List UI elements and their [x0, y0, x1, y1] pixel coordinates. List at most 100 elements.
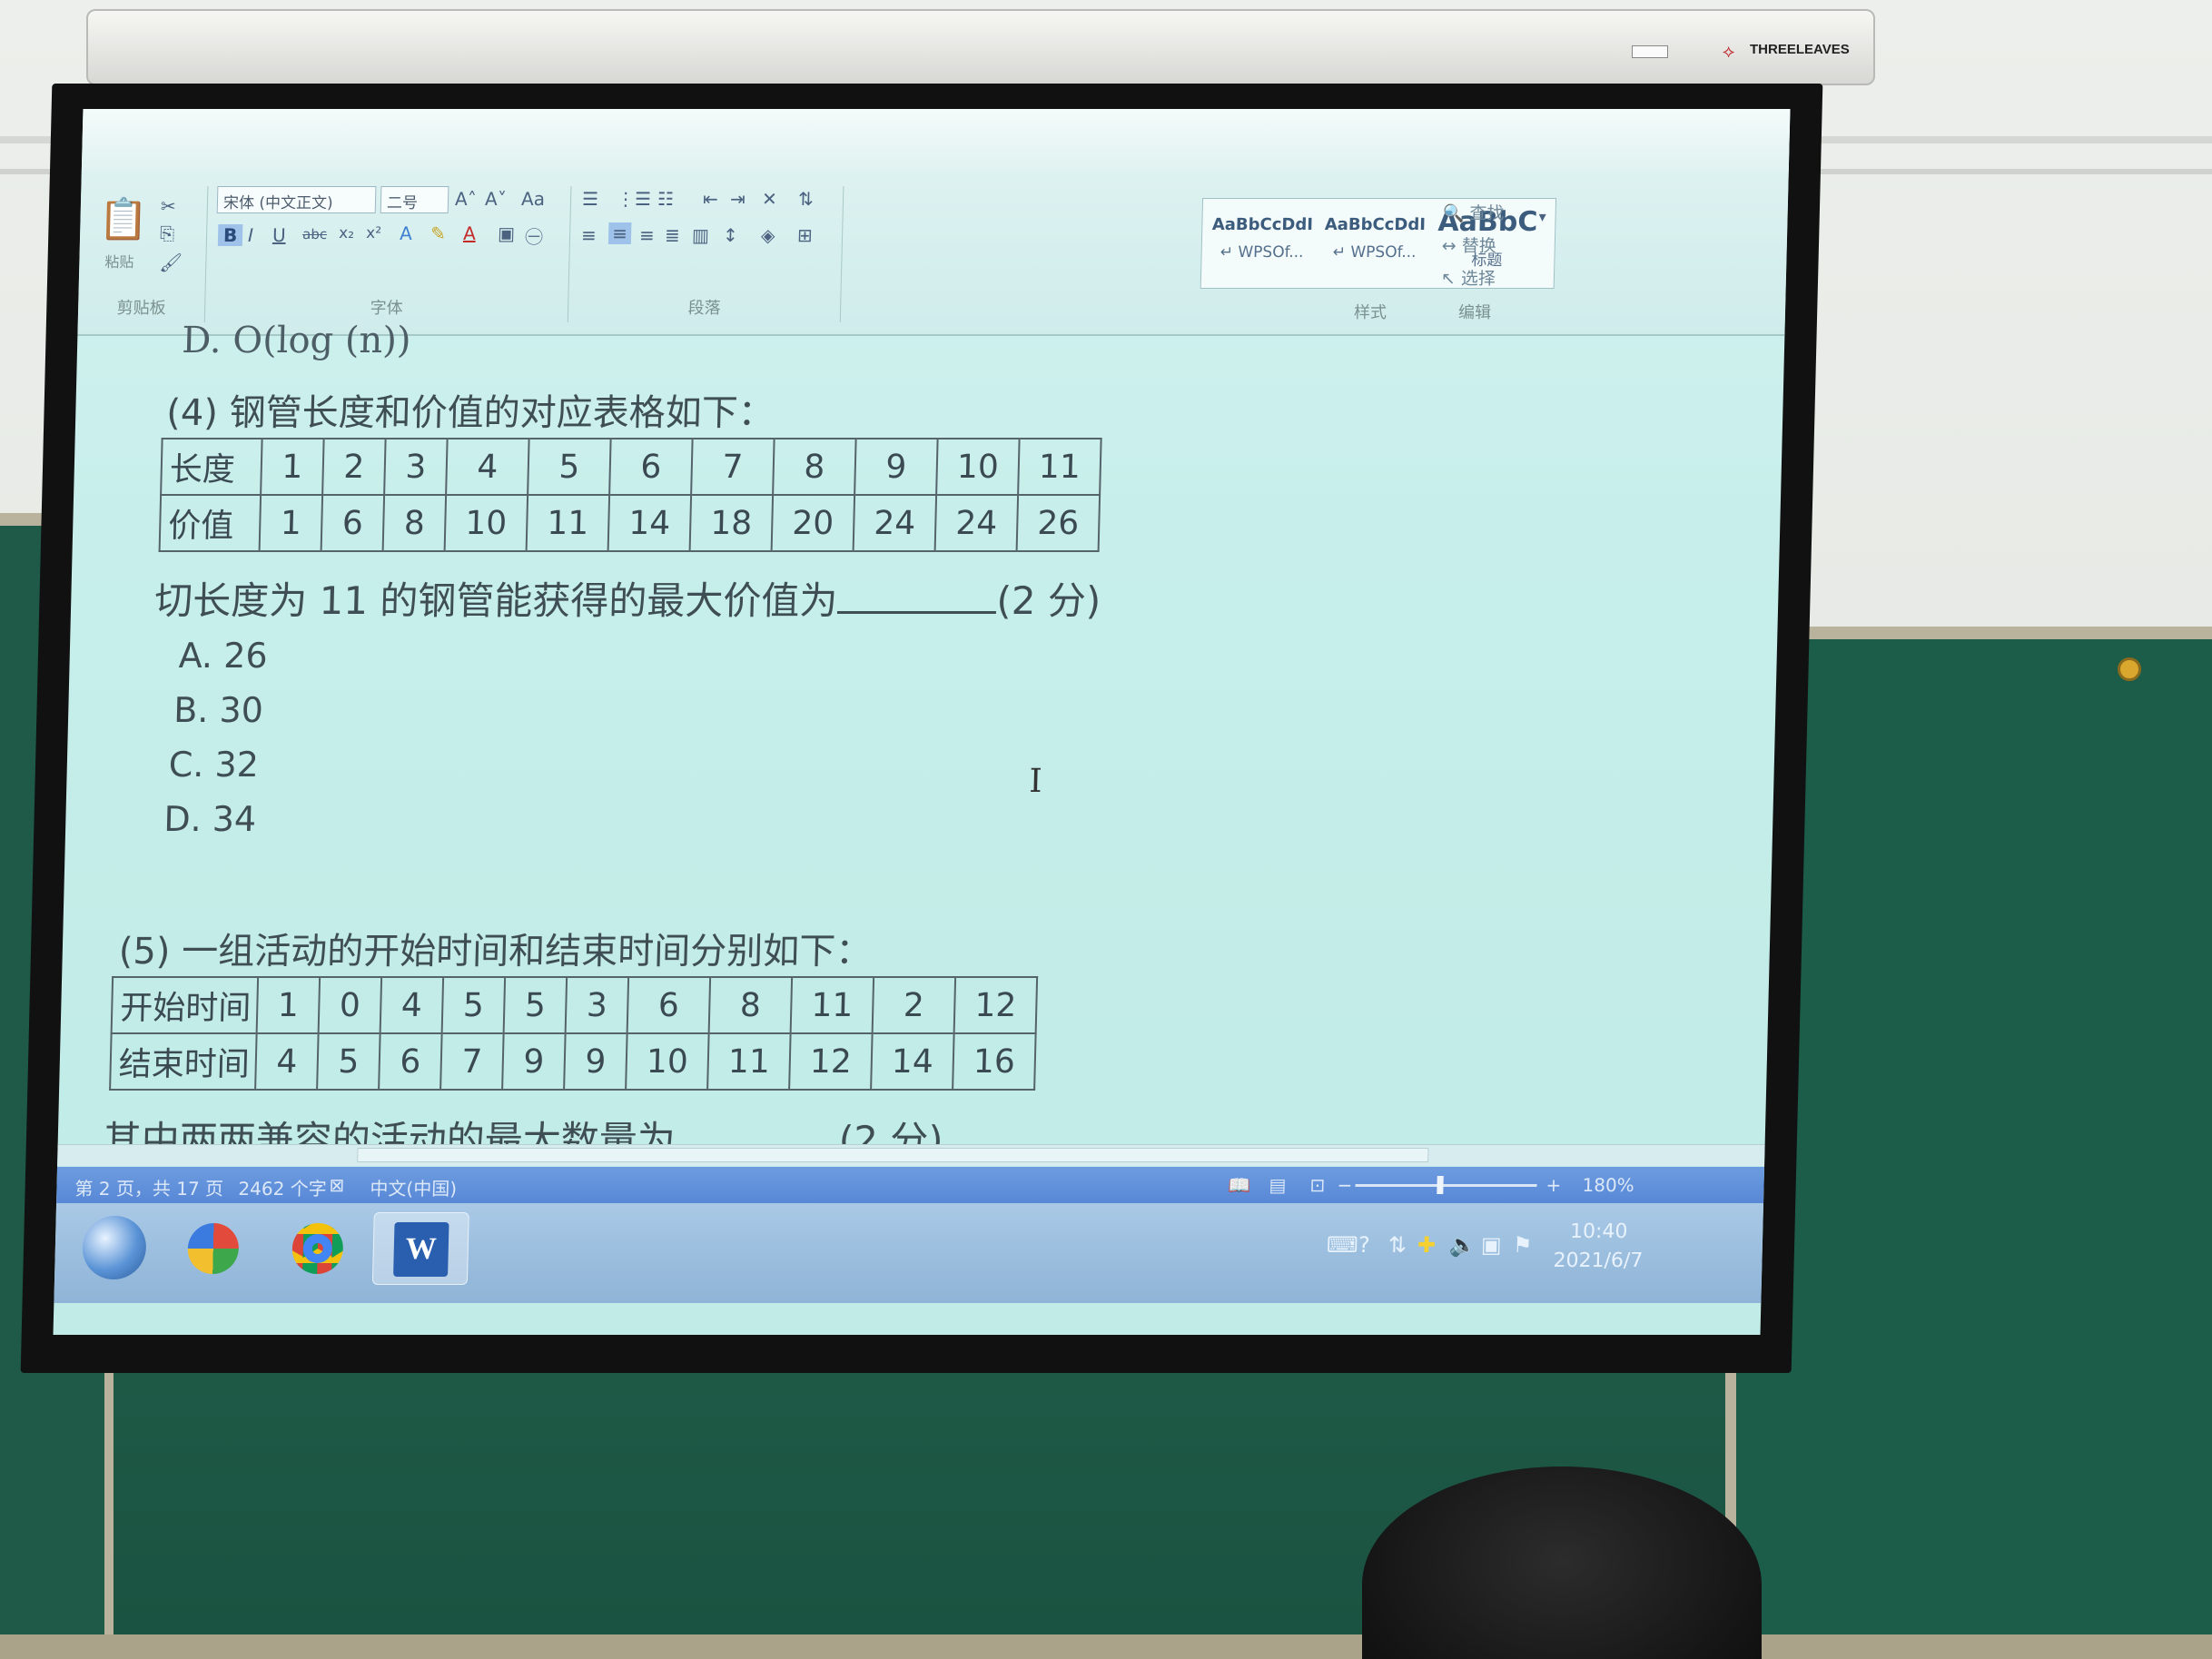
language-indicator[interactable]: 中文(中国) [370, 1174, 457, 1200]
font-size-combo[interactable]: 二号 [380, 186, 449, 213]
clipboard-group-label: 剪贴板 [116, 299, 166, 318]
brand-name: THREELEAVES [1750, 42, 1850, 57]
table-cell: 1 [256, 977, 321, 1033]
zoom-out-icon[interactable]: − [1337, 1174, 1352, 1196]
print-layout-icon[interactable]: ▤ [1269, 1174, 1286, 1196]
table-row-label: 长度 [161, 439, 262, 495]
increase-indent-icon[interactable]: ⇥ [730, 188, 746, 210]
table-cell: 5 [441, 977, 506, 1033]
volume-icon[interactable]: 🔈 [1449, 1232, 1477, 1258]
enclose-char-icon[interactable]: ㊀ [525, 222, 544, 249]
clipboard-group: 📋 粘贴 ✂ ⎘ 🖌 剪贴板 [77, 186, 209, 322]
chinese-layout-icon[interactable]: ✕ [762, 188, 777, 210]
table-cell: 8 [708, 977, 793, 1033]
q4-question-text: 切长度为 11 的钢管能获得的最大价值为 [153, 578, 839, 623]
page-count[interactable]: 第 2 页，共 17 页 [74, 1174, 223, 1200]
shading-icon[interactable]: ◈ [761, 224, 775, 246]
replace-icon: ↔ [1441, 236, 1457, 256]
word-count[interactable]: 2462 个字 [238, 1174, 327, 1200]
taskbar-clock[interactable]: 10:40 2021/6/7 [1553, 1218, 1644, 1276]
styles-more-icon[interactable]: ▾ [1538, 208, 1545, 225]
change-case-icon[interactable]: Aa [521, 188, 546, 210]
taskbar-chrome-button[interactable] [268, 1212, 365, 1285]
q4-option-a: A. 26 [178, 636, 269, 676]
q4-question: 切长度为 11 的钢管能获得的最大价值为 (2 分) [154, 570, 1102, 626]
paste-label[interactable]: 粘贴 [104, 250, 134, 272]
style-name: ↵ WPSOf... [1220, 243, 1304, 262]
font-group-label: 字体 [370, 299, 403, 318]
bold-icon[interactable]: B [217, 224, 243, 246]
taskbar-app-button[interactable] [163, 1212, 261, 1285]
zoom-level[interactable]: 180% [1582, 1174, 1634, 1196]
borders-icon[interactable]: ⊞ [797, 224, 813, 246]
strikethrough-icon[interactable]: abc [302, 226, 327, 242]
style-item[interactable]: AaBbCcDdI ↵ WPSOf... [1207, 204, 1318, 282]
q5-title: (5) 一组活动的开始时间和结束时间分别如下： [118, 931, 873, 973]
proofing-icon[interactable]: ⊠ [329, 1174, 344, 1196]
distribute-icon[interactable]: ▥ [692, 224, 709, 246]
italic-icon[interactable]: I [248, 224, 253, 246]
table-cell: 1 [261, 439, 324, 495]
superscript-icon[interactable]: x² [366, 224, 381, 242]
align-center-icon[interactable]: ≡ [607, 222, 632, 244]
subscript-icon[interactable]: x₂ [339, 224, 354, 242]
table-cell: 14 [607, 495, 692, 551]
table-cell: 2 [872, 977, 956, 1033]
align-left-icon[interactable]: ≡ [581, 224, 597, 246]
table-cell: 9 [854, 439, 938, 495]
sort-icon[interactable]: ⇅ [798, 188, 814, 210]
word-ribbon: 📋 粘贴 ✂ ⎘ 🖌 剪贴板 宋体 (中文正文) 二号 A˄ A˅ Aa B I… [77, 109, 1791, 336]
align-right-icon[interactable]: ≡ [639, 224, 655, 246]
highlight-icon[interactable]: ✎ [430, 222, 446, 244]
bullets-icon[interactable]: ☰ [582, 188, 599, 210]
justify-icon[interactable]: ≣ [665, 224, 680, 246]
style-sample: AaBbCcDdI [1324, 215, 1427, 234]
paragraph-group: ☰ ⋮☰ ☷ ⇤ ⇥ ✕ ⇅ ≡ ≡ ≡ ≣ ▥ ↕ ◈ ⊞ 段落 [568, 186, 844, 322]
numbering-icon[interactable]: ⋮☰ [617, 188, 652, 210]
table-cell: 14 [871, 1033, 954, 1090]
font-name-combo[interactable]: 宋体 (中文正文) [216, 186, 377, 213]
read-mode-icon[interactable]: 📖 [1228, 1174, 1250, 1196]
display-icon[interactable]: ▣ [1481, 1232, 1502, 1258]
table-cell: 24 [853, 495, 937, 551]
web-layout-icon[interactable]: ⊡ [1309, 1174, 1325, 1196]
line-spacing-icon[interactable]: ↕ [723, 224, 738, 246]
zoom-slider[interactable] [1355, 1184, 1537, 1187]
action-center-flag-icon[interactable]: ⚑ [1513, 1232, 1533, 1258]
clock-date: 2021/6/7 [1553, 1249, 1644, 1272]
zoom-slider-knob[interactable] [1437, 1176, 1444, 1194]
shrink-font-icon[interactable]: A˅ [485, 188, 507, 210]
cut-icon[interactable]: ✂ [161, 195, 176, 217]
start-button[interactable] [81, 1216, 147, 1279]
help-icon[interactable]: ? [1358, 1232, 1370, 1258]
zoom-in-icon[interactable]: + [1545, 1174, 1561, 1196]
keyboard-icon[interactable]: ⌨ [1327, 1232, 1358, 1258]
table-cell: 2 [322, 439, 386, 495]
document-page[interactable]: D. O(log (n)) (4) 钢管长度和价值的对应表格如下： 长度 1 2… [55, 320, 1784, 1244]
char-shading-icon[interactable]: ▣ [498, 222, 515, 244]
network-icon[interactable]: ⇅ [1388, 1232, 1407, 1258]
grow-font-icon[interactable]: A˄ [455, 188, 477, 210]
table-cell: 16 [953, 1033, 1036, 1090]
underline-icon[interactable]: U [272, 224, 286, 246]
taskbar-word-button[interactable]: W [371, 1212, 469, 1285]
table-cell: 6 [321, 495, 385, 551]
table-cell: 9 [502, 1033, 566, 1090]
answer-blank[interactable] [837, 581, 997, 614]
copy-icon[interactable]: ⎘ [160, 222, 175, 244]
select-button[interactable]: ↖ 选择 [1441, 265, 1496, 290]
paste-icon[interactable]: 📋 [98, 195, 149, 242]
security-icon[interactable]: ✚ [1417, 1232, 1437, 1258]
format-painter-icon[interactable]: 🖌 [159, 252, 183, 273]
replace-button[interactable]: ↔ 替换 [1442, 232, 1497, 257]
decrease-indent-icon[interactable]: ⇤ [703, 188, 718, 210]
find-button[interactable]: 🔍 查找 [1442, 200, 1504, 224]
table-cell: 4 [255, 1033, 319, 1090]
style-item[interactable]: AaBbCcDdI ↵ WPSOf... [1319, 204, 1430, 282]
font-color-icon[interactable]: A [463, 222, 476, 244]
text-effects-icon[interactable]: A [400, 222, 412, 244]
horizontal-scrollbar[interactable] [57, 1144, 1765, 1166]
multilevel-list-icon[interactable]: ☷ [657, 188, 675, 210]
table-cell: 6 [627, 977, 711, 1033]
scrollbar-thumb[interactable] [357, 1148, 1429, 1162]
